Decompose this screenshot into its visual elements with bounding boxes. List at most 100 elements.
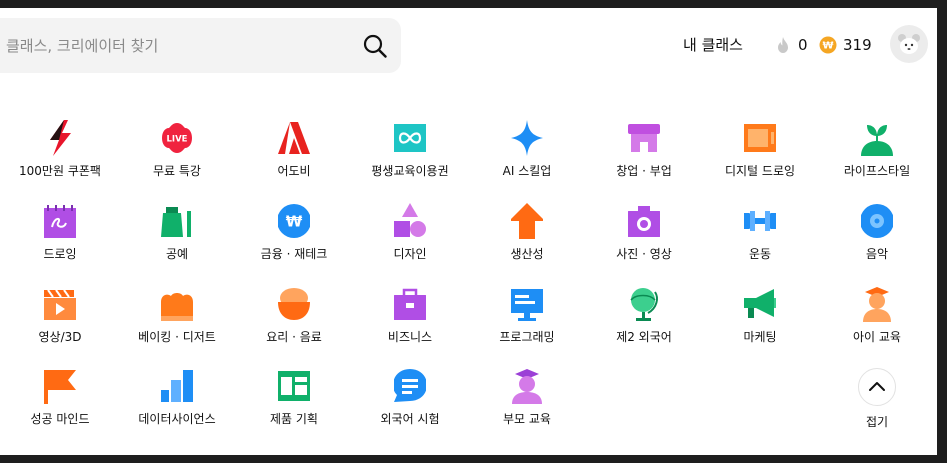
category-label: 100만원 쿠폰팩 — [19, 164, 101, 178]
category-label: 음악 — [865, 247, 889, 261]
globe-icon — [630, 288, 658, 321]
search-input[interactable] — [6, 18, 346, 73]
shapes-icon — [394, 203, 426, 237]
category-label: 데이터사이언스 — [138, 412, 216, 426]
search-bar — [0, 18, 401, 73]
category-free-lecture[interactable]: LIVE 무료 특강 — [117, 120, 237, 190]
category-product-planning[interactable]: 제품 기획 — [234, 368, 354, 438]
won-coin-icon: ₩ — [278, 204, 310, 238]
monitor-icon — [511, 289, 543, 321]
coin-symbol: ₩ — [822, 41, 833, 52]
category-label: 운동 — [748, 247, 772, 261]
avatar-icon — [898, 34, 920, 54]
graduate-icon — [512, 369, 542, 404]
collapse-control[interactable]: 접기 — [817, 368, 937, 438]
chevron-up-icon — [869, 382, 885, 391]
search-icon[interactable] — [362, 33, 388, 59]
category-success-mindset[interactable]: 성공 마인드 — [0, 368, 120, 438]
category-parent-education[interactable]: 부모 교육 — [467, 368, 587, 438]
live-badge-icon: LIVE — [162, 123, 192, 153]
category-label: 창업 · 부업 — [616, 164, 672, 178]
category-label: 공예 — [165, 247, 189, 261]
flame-icon — [778, 37, 788, 53]
category-photo-video[interactable]: 사진 · 영상 — [584, 203, 704, 273]
category-music[interactable]: 음악 — [817, 203, 937, 273]
category-startup[interactable]: 창업 · 부업 — [584, 120, 704, 190]
my-class-link[interactable]: 내 클래스 — [683, 35, 743, 55]
sketchbook-icon — [44, 205, 76, 238]
category-data-science[interactable]: 데이터사이언스 — [117, 368, 237, 438]
collapse-button[interactable] — [858, 368, 896, 406]
live-text: LIVE — [167, 135, 188, 145]
flag-icon — [44, 370, 76, 404]
category-panel: 내 클래스 0 ₩ 319 100만원 쿠폰팩 — [0, 8, 937, 455]
flame-stat[interactable]: 0 — [774, 35, 808, 55]
adobe-icon — [278, 122, 310, 154]
category-lifelong-pass[interactable]: 평생교육이용권 — [350, 120, 470, 190]
collapse-label: 접기 — [865, 415, 889, 429]
sprout-icon — [861, 125, 893, 156]
sparkle-icon — [511, 120, 543, 156]
category-label: 생산성 — [510, 247, 544, 261]
avatar[interactable] — [890, 25, 928, 63]
category-adobe[interactable]: 어도비 — [234, 120, 354, 190]
category-label: 평생교육이용권 — [371, 164, 449, 178]
category-label: 어도비 — [277, 164, 311, 178]
category-design[interactable]: 디자인 — [350, 203, 470, 273]
category-video-3d[interactable]: 영상/3D — [0, 286, 120, 356]
category-label: 베이킹 · 디저트 — [138, 330, 216, 344]
disc-icon — [861, 204, 893, 238]
category-ai-skillup[interactable]: AI 스킬업 — [467, 120, 587, 190]
category-label: 디지털 드로잉 — [724, 164, 796, 178]
bread-icon — [161, 293, 193, 321]
category-exercise[interactable]: 운동 — [700, 203, 820, 273]
category-lifestyle[interactable]: 라이프스타일 — [817, 120, 937, 190]
category-label: 디자인 — [393, 247, 427, 261]
category-label: 비즈니스 — [387, 330, 433, 344]
category-business[interactable]: 비즈니스 — [350, 286, 470, 356]
category-label: 금융 · 재테크 — [260, 247, 328, 261]
megaphone-icon — [744, 289, 776, 318]
store-icon — [628, 124, 660, 152]
chat-icon — [394, 369, 426, 402]
category-kids-education[interactable]: 아이 교육 — [817, 286, 937, 356]
bolt-icon — [50, 120, 71, 156]
category-productivity[interactable]: 생산성 — [467, 203, 587, 273]
category-label: 제2 외국어 — [616, 330, 672, 344]
bowl-icon — [278, 288, 310, 320]
category-label: 사진 · 영상 — [616, 247, 672, 261]
category-label: 요리 · 음료 — [266, 330, 322, 344]
category-label: 라이프스타일 — [843, 164, 911, 178]
category-label: 제품 기획 — [270, 412, 318, 426]
won-symbol: ₩ — [286, 213, 303, 231]
coin-count: 319 — [843, 36, 872, 54]
category-label: 영상/3D — [38, 330, 82, 344]
category-language-test[interactable]: 외국어 시험 — [350, 368, 470, 438]
category-label: 무료 특강 — [153, 164, 201, 178]
tablet-icon — [744, 124, 776, 152]
category-marketing[interactable]: 마케팅 — [700, 286, 820, 356]
category-label: 드로잉 — [43, 247, 77, 261]
category-digital-drawing[interactable]: 디지털 드로잉 — [700, 120, 820, 190]
category-cooking[interactable]: 요리 · 음료 — [234, 286, 354, 356]
kid-icon — [863, 287, 891, 322]
category-craft[interactable]: 공예 — [117, 203, 237, 273]
camera-icon — [628, 206, 660, 237]
category-programming[interactable]: 프로그래밍 — [467, 286, 587, 356]
category-label: 마케팅 — [743, 330, 777, 344]
flame-count: 0 — [798, 36, 808, 54]
category-label: 아이 교육 — [853, 330, 901, 344]
clapper-icon — [44, 289, 76, 320]
category-finance[interactable]: ₩ 금융 · 재테크 — [234, 203, 354, 273]
category-coupon[interactable]: 100만원 쿠폰팩 — [0, 120, 120, 190]
category-drawing[interactable]: 드로잉 — [0, 203, 120, 273]
category-label: AI 스킬업 — [502, 164, 552, 178]
craft-icon — [161, 207, 191, 237]
category-second-language[interactable]: 제2 외국어 — [584, 286, 704, 356]
category-baking[interactable]: 베이킹 · 디저트 — [117, 286, 237, 356]
category-label: 부모 교육 — [503, 412, 551, 426]
coin-stat[interactable]: ₩ 319 — [819, 35, 872, 55]
infinity-ticket-icon — [394, 124, 426, 152]
coin-icon: ₩ — [819, 36, 837, 54]
arrow-up-icon — [511, 203, 543, 239]
